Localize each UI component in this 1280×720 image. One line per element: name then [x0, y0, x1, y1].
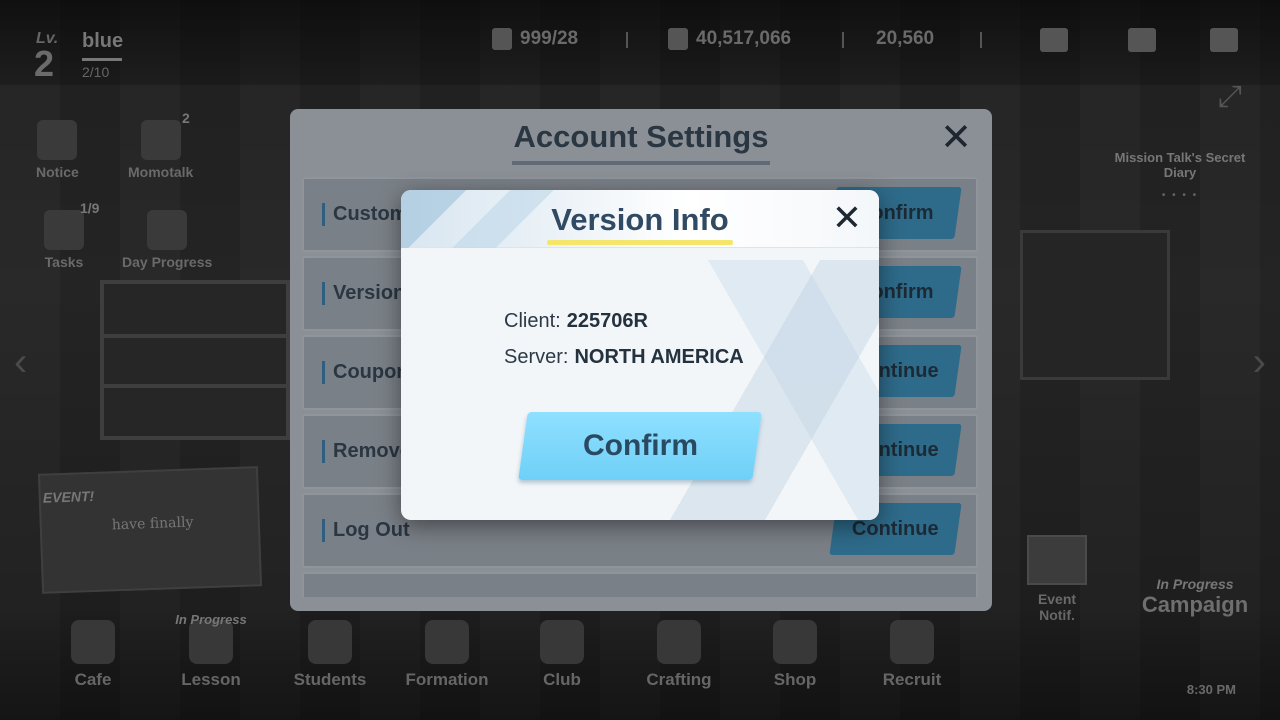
nav-label: Recruit: [882, 670, 942, 689]
story-banner[interactable]: Mission Talk's Secret Diary • • • •: [1110, 150, 1250, 201]
megaphone-icon: [37, 120, 78, 160]
confirm-button[interactable]: Confirm: [518, 412, 762, 480]
nav-label: Cafe: [74, 670, 112, 689]
settings-row-label: Log Out: [322, 519, 410, 542]
id-card-icon[interactable]: [1040, 28, 1068, 52]
crafting-lock-icon: [657, 620, 701, 664]
chat-icon: [140, 120, 181, 160]
momotalk-badge: 2: [182, 110, 190, 126]
shop-icon: [773, 620, 817, 664]
settings-row-label: Remove: [322, 440, 411, 463]
cafe-icon: [71, 620, 115, 664]
settings-row-label: Coupon: [322, 361, 409, 384]
background-board: [1020, 230, 1170, 380]
close-icon[interactable]: ✕: [940, 119, 972, 157]
dialog-title: Version Info: [551, 202, 729, 237]
gems-value: 20,560: [876, 28, 935, 49]
divider: [626, 32, 628, 48]
checklist-icon: [44, 210, 84, 250]
ap-value: 999/28: [520, 28, 579, 49]
nav-crafting[interactable]: Crafting: [624, 620, 734, 690]
credit-icon: [668, 28, 688, 50]
credits-value: 40,517,066: [696, 28, 792, 49]
exp-value: 2/10: [82, 64, 110, 80]
client-line: Client: 225706R: [504, 303, 744, 339]
gems-counter[interactable]: 20,560: [876, 28, 934, 50]
nav-students[interactable]: Students: [275, 620, 385, 690]
students-icon: [308, 620, 352, 664]
right-arrow-icon[interactable]: ›: [1253, 340, 1266, 385]
tasks-label: Tasks: [44, 254, 84, 270]
notice-label: Notice: [36, 164, 79, 180]
campaign-button[interactable]: In Progress Campaign: [1125, 520, 1265, 618]
account-settings-title: Account Settings: [513, 119, 769, 154]
story-banner-title: Mission Talk's Secret Diary: [1114, 150, 1246, 180]
nav-cafe[interactable]: Cafe: [38, 620, 148, 690]
daily-label: Day Progress: [122, 254, 213, 270]
title-underline: [512, 161, 770, 165]
nav-club[interactable]: Club: [507, 620, 617, 690]
event-text: have finally: [111, 514, 194, 534]
momotalk-button[interactable]: Momotalk: [128, 120, 193, 180]
nav-shop[interactable]: Shop: [740, 620, 850, 690]
top-status-bar: Lv. 2 blue 2/10 999/28 40,517,066 20,560: [0, 0, 1280, 85]
confirm-label: Confirm: [582, 429, 698, 462]
clock: 8:30 PM: [1186, 682, 1236, 697]
settings-row-label: Version: [322, 282, 405, 305]
nav-lesson[interactable]: In Progress Lesson: [156, 612, 266, 690]
divider: [842, 32, 844, 48]
settings-row: [302, 572, 978, 597]
button-label: Continue: [852, 517, 939, 540]
client-label: Client:: [504, 310, 561, 332]
expand-icon[interactable]: ⤢: [1218, 80, 1242, 114]
formation-icon: [425, 620, 469, 664]
ap-icon: [492, 28, 512, 50]
banner-pager: • • • •: [1161, 190, 1199, 201]
menu-grid-icon[interactable]: [1210, 28, 1238, 52]
server-label: Server:: [504, 346, 569, 368]
title-underline: [547, 240, 733, 245]
calendar-icon: [147, 210, 188, 250]
daily-button[interactable]: Day Progress: [122, 210, 212, 270]
nav-label: Formation: [405, 670, 489, 689]
lesson-progress-tag: In Progress: [175, 612, 247, 627]
divider: [980, 32, 982, 48]
nav-label: Shop: [773, 670, 817, 689]
momotalk-label: Momotalk: [128, 164, 194, 180]
nav-label: Club: [543, 670, 581, 689]
nav-label: Crafting: [646, 670, 712, 689]
exp-bar: [82, 58, 122, 61]
campaign-progress-tag: In Progress: [1156, 576, 1234, 592]
recruit-icon: [890, 620, 934, 664]
version-info-dialog: Version Info ✕ Client: 225706R Server: NOR…: [401, 190, 879, 520]
event-tag: EVENT!: [42, 487, 95, 506]
nav-formation[interactable]: Formation: [392, 620, 502, 690]
nav-recruit[interactable]: Recruit: [857, 620, 967, 690]
client-value: 225706R: [566, 310, 648, 332]
player-name: blue: [82, 30, 124, 52]
tasks-button[interactable]: Tasks: [44, 210, 84, 270]
tasks-badge: 1/9: [80, 200, 100, 216]
close-icon[interactable]: ✕: [831, 200, 863, 236]
event-banner[interactable]: EVENT! have finally: [37, 466, 263, 594]
background-decoration: [649, 260, 879, 520]
nav-label: Lesson: [181, 670, 241, 689]
server-value: NORTH AMERICA: [574, 346, 744, 368]
ap-counter[interactable]: 999/28: [492, 28, 578, 50]
mail-icon[interactable]: [1128, 28, 1156, 52]
nav-label: Students: [293, 670, 367, 689]
club-lock-icon: [540, 620, 584, 664]
background-shelf: [100, 280, 290, 440]
notice-button[interactable]: Notice: [36, 120, 79, 180]
left-arrow-icon[interactable]: ‹: [14, 340, 27, 385]
event-notif-icon: [1027, 535, 1087, 585]
settings-row-label: Custom: [322, 203, 407, 226]
version-details: Client: 225706R Server: NORTH AMERICA: [504, 303, 744, 375]
level-value: 2: [34, 43, 55, 84]
credits-counter[interactable]: 40,517,066: [668, 28, 791, 50]
server-line: Server: NORTH AMERICA: [504, 339, 744, 375]
